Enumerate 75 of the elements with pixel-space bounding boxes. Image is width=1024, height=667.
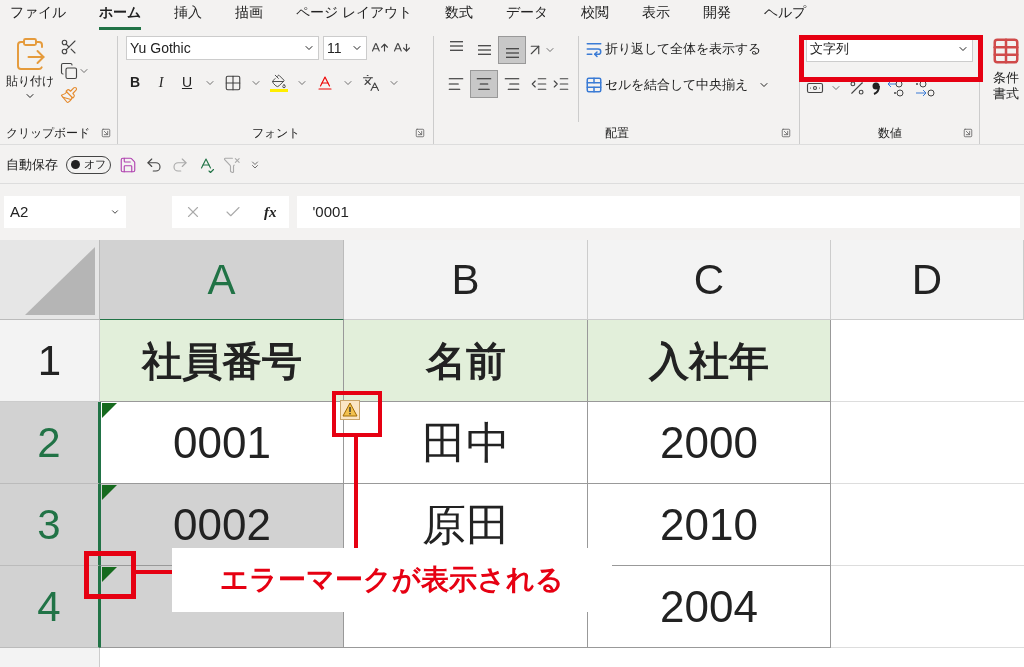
conditional-format-button[interactable]: 条件 書式 — [980, 36, 1024, 144]
font-size-field[interactable]: 11 — [323, 36, 367, 60]
group-label: クリップボード — [6, 125, 90, 142]
row-header[interactable]: 3 — [0, 484, 100, 566]
font-style-button[interactable]: I — [152, 72, 170, 93]
header-cell: 名前 — [344, 320, 588, 402]
scissors-icon[interactable] — [60, 38, 78, 56]
table-icon — [991, 36, 1021, 66]
wrap-text-button[interactable]: 折り返して全体を表示する — [585, 36, 770, 62]
ribbon-tab[interactable]: 開発 — [702, 2, 731, 30]
group-label: フォント — [251, 125, 300, 142]
column-header[interactable]: C — [588, 240, 831, 320]
ribbon-tab[interactable]: 校閲 — [580, 2, 609, 30]
wrap-text-icon — [585, 40, 603, 58]
table-cell: 田中 — [344, 402, 588, 484]
dialog-launcher-icon[interactable] — [963, 128, 973, 138]
phonetic-icon[interactable] — [362, 73, 380, 92]
font-name-field[interactable]: Yu Gothic — [126, 36, 319, 60]
warning-icon[interactable] — [340, 400, 360, 420]
align-lines-icon — [447, 75, 465, 93]
ribbon-tab[interactable]: ページ レイアウト — [296, 2, 412, 30]
ribbon-tab[interactable]: ファイル — [10, 2, 66, 30]
insert-function-button[interactable]: fx — [264, 200, 277, 224]
table-cell: 2000 — [588, 402, 831, 484]
decrease-indent-icon[interactable] — [530, 75, 548, 93]
undo-icon[interactable] — [145, 155, 163, 174]
align-lines-icon — [477, 45, 491, 55]
ribbon-tab[interactable]: ホーム — [99, 2, 141, 30]
column-header[interactable]: B — [344, 240, 588, 320]
dialog-launcher-icon[interactable] — [101, 128, 111, 138]
align-lines-icon — [503, 75, 521, 93]
formula-field[interactable]: '0001 — [296, 196, 1020, 228]
name-box[interactable]: A2 — [4, 196, 126, 228]
dialog-launcher-icon[interactable] — [781, 128, 791, 138]
paintbrush-icon[interactable] — [60, 86, 78, 104]
paste-button[interactable]: 貼り付け — [6, 36, 54, 122]
comma-icon[interactable] — [872, 81, 880, 95]
vertical-align-button[interactable] — [498, 36, 526, 64]
row-header[interactable]: 2 — [0, 402, 100, 484]
column-header[interactable]: D — [831, 240, 1024, 320]
table-cell: 0001 — [100, 402, 344, 484]
horizontal-align-button[interactable] — [470, 70, 498, 98]
header-cell: 社員番号 — [100, 320, 344, 402]
save-icon[interactable] — [119, 155, 137, 174]
ribbon-tab[interactable]: 表示 — [641, 2, 670, 30]
merge-cells-icon — [585, 76, 603, 94]
percent-icon[interactable] — [848, 79, 866, 97]
borders-icon[interactable] — [224, 73, 242, 92]
dialog-launcher-icon[interactable] — [415, 128, 425, 138]
fill-color-icon[interactable] — [270, 73, 288, 92]
font-style-button[interactable]: U — [178, 72, 196, 93]
ribbon-tab[interactable]: 挿入 — [174, 2, 202, 30]
header-cell: 入社年 — [588, 320, 831, 402]
row-header[interactable]: 4 — [0, 566, 100, 648]
ribbon-tab[interactable]: 描画 — [235, 2, 263, 30]
align-lines-icon — [449, 41, 463, 51]
group-label: 数値 — [877, 125, 902, 142]
ribbon-tab[interactable]: 数式 — [444, 2, 473, 30]
callout-label: エラーマークが表示される — [172, 548, 612, 612]
autosave-label: 自動保存 — [6, 155, 58, 174]
highlight-frame — [84, 551, 136, 599]
align-lines-icon — [475, 75, 493, 93]
table-cell: 2004 — [588, 566, 831, 648]
highlight-frame — [332, 391, 382, 437]
ribbon-tab[interactable]: データ — [505, 2, 548, 30]
increase-indent-icon[interactable] — [552, 75, 570, 93]
row-header[interactable]: 1 — [0, 320, 100, 402]
merge-center-button[interactable]: セルを結合して中央揃え — [585, 72, 770, 98]
group-label: 配置 — [604, 125, 629, 142]
chevron-down-icon[interactable] — [110, 207, 120, 217]
ribbon-tab[interactable]: ヘルプ — [763, 2, 806, 30]
align-lines-icon — [505, 48, 519, 58]
font-style-button[interactable]: B — [126, 72, 144, 93]
column-header[interactable]: A — [100, 240, 344, 320]
copy-icon[interactable] — [60, 62, 78, 80]
